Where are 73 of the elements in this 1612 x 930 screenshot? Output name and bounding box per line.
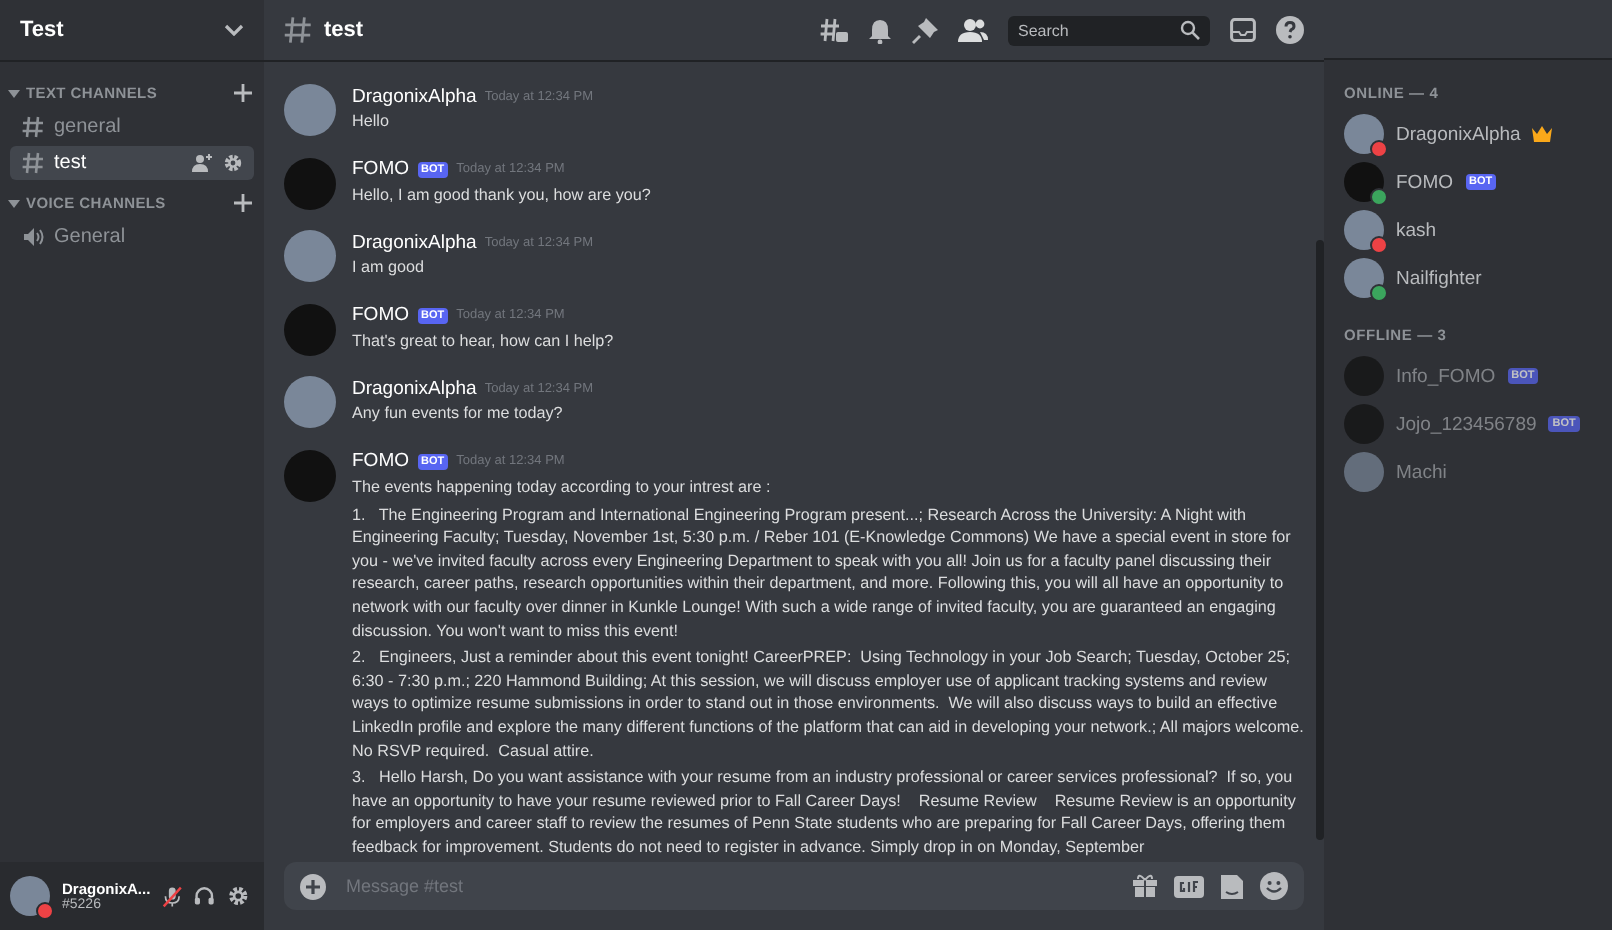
member-item[interactable]: DragonixAlpha <box>1344 110 1612 158</box>
gif-icon[interactable] <box>1174 875 1204 897</box>
member-name: DragonixAlpha <box>1396 123 1521 145</box>
author-name[interactable]: DragonixAlpha <box>352 377 477 400</box>
member-item[interactable]: kash <box>1344 206 1612 254</box>
author-name[interactable]: FOMO <box>352 450 409 473</box>
channel-item[interactable]: general <box>10 110 254 144</box>
member-avatar <box>1344 404 1384 444</box>
message-text: Hello, I am good thank you, how are you? <box>352 183 653 207</box>
avatar[interactable] <box>284 230 336 283</box>
user-avatar[interactable] <box>10 876 50 916</box>
channel-item[interactable]: General <box>10 220 254 254</box>
member-name: Nailfighter <box>1396 267 1482 289</box>
settings-icon[interactable] <box>224 154 242 172</box>
member-avatar <box>1344 114 1384 154</box>
member-avatar <box>1344 258 1384 298</box>
message-text: Any fun events for me today? <box>352 402 565 426</box>
message-text: 1. The Engineering Program and International Engineering Program present...; Research Across the University: A Night with Engineering Faculty; Tuesday, November 1st, 5:30 p.m. / Reber 101 (E-Knowledge Commons) We have a special event in store for you - we've invited faculty across every Engineering Department to speak with you all! Join us for a faculty panel discussing their research, career paths, research opportunities within their department, and more. Following this, you will all have an opportunity to network with our faculty over dinner in Kunkle Lounge! With such a wide range of invited faculty, you are guaranteed an engaging discussion. You won't want to miss this event! <box>352 503 1293 643</box>
speaker-icon <box>22 226 44 248</box>
message-text: I am good <box>352 256 426 280</box>
member-name: kash <box>1396 219 1437 241</box>
add-member-icon[interactable] <box>192 154 212 172</box>
member-name: Info_FOMO <box>1396 365 1496 387</box>
channel-item[interactable]: test <box>10 146 254 180</box>
search-field[interactable]: Search <box>1008 15 1210 45</box>
author-name[interactable]: FOMO <box>352 158 409 181</box>
message-text: That's great to hear, how can I help? <box>352 329 616 353</box>
message-text: Hello <box>352 110 391 134</box>
channel-name: test <box>54 152 89 174</box>
help-icon[interactable] <box>1276 16 1304 44</box>
pin-icon[interactable] <box>912 17 938 43</box>
settings-icon[interactable] <box>227 884 248 908</box>
member-name: FOMO <box>1396 171 1453 193</box>
member-avatar <box>1344 356 1384 396</box>
avatar[interactable] <box>284 84 336 136</box>
emoji-icon[interactable] <box>1260 872 1288 900</box>
chevron-down-icon <box>224 24 244 36</box>
channel-name: general <box>54 116 123 138</box>
collapse-caret-icon[interactable] <box>8 199 20 207</box>
member-avatar <box>1344 162 1384 202</box>
threads-icon[interactable] <box>820 17 848 43</box>
gift-icon[interactable] <box>1132 874 1158 898</box>
channel-title: test <box>324 18 364 42</box>
hash-icon <box>22 116 44 138</box>
collapse-caret-icon[interactable] <box>8 89 20 97</box>
channel-name: General <box>54 226 128 248</box>
member-avatar <box>1344 210 1384 250</box>
headphones-icon[interactable] <box>194 884 216 908</box>
member-item[interactable]: Machi <box>1344 448 1612 496</box>
member-name: Machi <box>1396 461 1447 483</box>
member-item[interactable]: Nailfighter <box>1344 254 1612 302</box>
author-name[interactable]: DragonixAlpha <box>352 231 477 254</box>
hash-icon <box>22 152 44 174</box>
server-header[interactable]: Test <box>0 0 264 60</box>
hash-icon <box>284 16 312 44</box>
author-name[interactable]: FOMO <box>352 304 409 327</box>
author-name[interactable]: DragonixAlpha <box>352 85 477 107</box>
inbox-icon[interactable] <box>1230 18 1256 42</box>
search-icon <box>1180 20 1200 40</box>
bell-icon[interactable] <box>868 17 892 43</box>
message-text: 3. Hello Harsh, Do you want assistance with your resume from an industry professional or career services professional? If so, you have an opportunity to have your resume reviewed prior to Fall Career Days! Resume Review Resume Review is an opportunity for employers and career staff to review the resumes of Penn State students who are preparing for Fall Career Days, offering them feedback for improvement. Students do not need to register in advance. Simply drop in on Monday, September <box>352 766 1298 859</box>
members-icon[interactable] <box>958 18 988 42</box>
microphone-icon[interactable] <box>162 883 183 909</box>
sticker-icon[interactable] <box>1220 873 1244 899</box>
member-avatar <box>1344 452 1384 492</box>
message-text: 2. Engineers, Just a reminder about this event tonight! CareerPREP: Using Technology in your Job Search; Tuesday, October 25; 6:30 - 7:30 p.m.; 220 Hammond Building; At this session, we will discuss employer use of applicant tracking systems and review ways to optimize resume submissions in order to stand out in those environments. We will also discuss ways to build an effective LinkedIn profile and explore the many different functions of the platform that can aid in developing your network.; All majors welcome. No RSVP required. Casual attire. <box>352 646 1306 763</box>
member-name: Jojo_123456789 <box>1396 413 1537 435</box>
server-name: Test <box>20 18 64 42</box>
add-icon[interactable] <box>300 873 326 899</box>
avatar[interactable] <box>284 376 336 429</box>
message-text: The events happening today according to your intrest are : <box>352 475 773 500</box>
add-channel-icon[interactable] <box>234 84 252 102</box>
add-channel-icon[interactable] <box>234 194 252 212</box>
